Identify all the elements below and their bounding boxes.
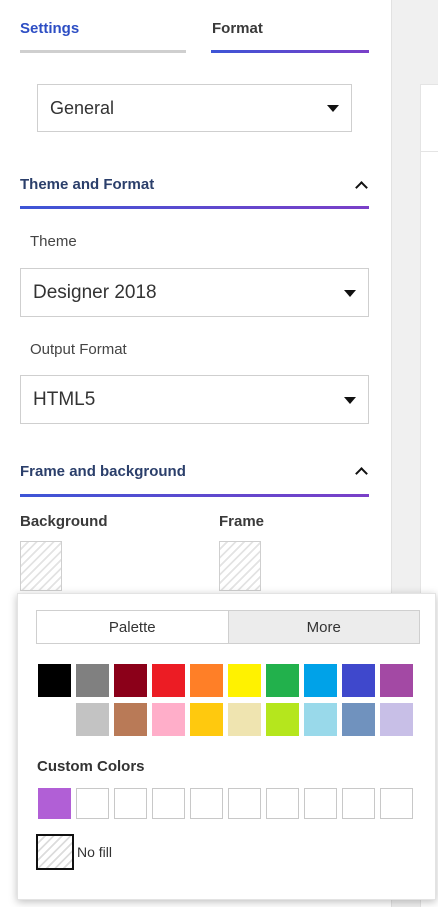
custom-color-swatch-9[interactable] [342,788,375,819]
output-format-select[interactable]: HTML5 [20,375,369,424]
palette-row1-swatch-8[interactable] [304,664,337,697]
palette-row2-swatch-8[interactable] [304,703,337,736]
custom-color-swatch-10[interactable] [380,788,413,819]
palette-row1-swatch-2[interactable] [76,664,109,697]
palette-row1-swatch-10[interactable] [380,664,413,697]
preview-card-divider [421,151,438,152]
color-picker-popup: Palette More Custom Colors No fill [17,593,436,900]
background-color-swatch[interactable] [20,541,62,591]
theme-label: Theme [30,233,77,250]
tab-format-underline [211,50,369,53]
custom-color-swatch-6[interactable] [228,788,261,819]
output-format-value: HTML5 [33,388,96,410]
palette-row-2 [38,703,418,736]
custom-colors-row [38,788,418,819]
tab-settings[interactable]: Settings [20,20,79,37]
palette-row2-swatch-1[interactable] [38,703,71,736]
chevron-down-icon [344,289,356,297]
palette-row1-swatch-5[interactable] [190,664,223,697]
custom-color-swatch-2[interactable] [76,788,109,819]
more-tab[interactable]: More [227,611,419,643]
palette-row2-swatch-7[interactable] [266,703,299,736]
frame-section-divider [20,494,369,497]
theme-section-title[interactable]: Theme and Format [20,176,154,193]
palette-row2-swatch-5[interactable] [190,703,223,736]
palette-row2-swatch-3[interactable] [114,703,147,736]
chevron-up-icon[interactable] [355,467,368,480]
palette-row2-swatch-2[interactable] [76,703,109,736]
palette-row1-swatch-4[interactable] [152,664,185,697]
chevron-down-icon [327,105,339,112]
chevron-down-icon [344,396,356,404]
custom-color-swatch-3[interactable] [114,788,147,819]
category-select[interactable]: General [37,84,352,132]
custom-color-swatch-7[interactable] [266,788,299,819]
output-format-label: Output Format [30,341,127,358]
custom-colors-title: Custom Colors [37,758,145,775]
palette-row-1 [38,664,418,697]
custom-color-swatch-1[interactable] [38,788,71,819]
category-select-value: General [50,97,115,118]
no-fill-label: No fill [77,844,113,860]
palette-row2-swatch-10[interactable] [380,703,413,736]
tab-settings-underline [20,50,186,53]
theme-section-divider [20,206,369,209]
theme-select[interactable]: Designer 2018 [20,268,369,317]
frame-section-title[interactable]: Frame and background [20,463,186,480]
custom-color-swatch-8[interactable] [304,788,337,819]
palette-row2-swatch-6[interactable] [228,703,261,736]
custom-color-swatch-4[interactable] [152,788,185,819]
frame-color-swatch[interactable] [219,541,261,591]
background-label: Background [20,513,108,530]
palette-row1-swatch-7[interactable] [266,664,299,697]
custom-color-swatch-5[interactable] [190,788,223,819]
palette-row2-swatch-9[interactable] [342,703,375,736]
theme-select-value: Designer 2018 [33,281,157,303]
chevron-up-icon[interactable] [355,181,368,194]
palette-row1-swatch-3[interactable] [114,664,147,697]
palette-row1-swatch-6[interactable] [228,664,261,697]
color-mode-toggle: Palette More [36,610,420,644]
palette-tab[interactable]: Palette [37,611,228,643]
frame-label: Frame [219,513,265,530]
no-fill-swatch[interactable] [36,834,74,870]
no-fill-option[interactable]: No fill [36,834,112,870]
palette-row1-swatch-1[interactable] [38,664,71,697]
tab-format[interactable]: Format [212,20,263,37]
palette-row1-swatch-9[interactable] [342,664,375,697]
palette-row2-swatch-4[interactable] [152,703,185,736]
